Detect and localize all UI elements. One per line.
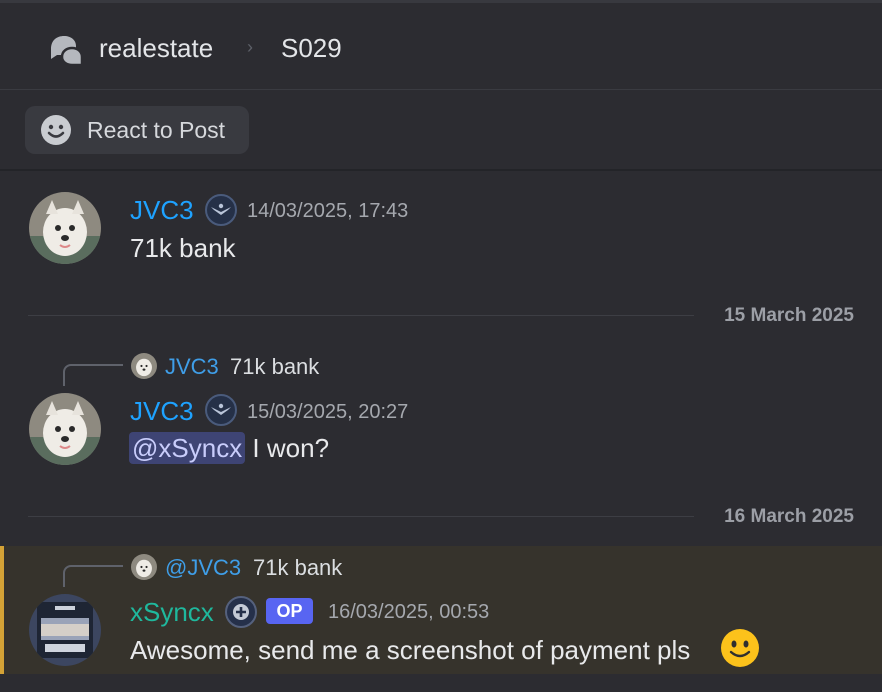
avatar[interactable] xyxy=(29,594,101,666)
bottom-band xyxy=(0,674,882,692)
breadcrumb-separator: › xyxy=(247,37,253,57)
op-tag: OP xyxy=(266,598,313,624)
timestamp[interactable]: 16/03/2025, 00:53 xyxy=(328,601,489,624)
message-content: @xSyncx I won? xyxy=(129,432,330,464)
breadcrumb-thread[interactable]: S029 xyxy=(281,33,342,64)
mention-highlight-bar xyxy=(0,546,4,674)
header-divider xyxy=(0,169,882,171)
reply-avatar[interactable] xyxy=(131,353,157,379)
separator-line xyxy=(28,516,694,517)
reply-spine xyxy=(63,565,123,587)
message-content: 71k bank xyxy=(130,233,236,263)
smile-icon xyxy=(41,115,71,145)
reply-author[interactable]: JVC3 xyxy=(165,354,219,380)
westie-dog-avatar xyxy=(131,353,157,379)
eagle-badge-icon xyxy=(205,194,237,226)
eagle-badge-icon xyxy=(205,394,237,426)
slightly-smiling-face-icon[interactable] xyxy=(720,628,760,668)
breadcrumb-channel[interactable]: realestate xyxy=(99,33,213,64)
separator-line xyxy=(28,315,694,316)
react-to-post-label: React to Post xyxy=(87,116,226,143)
reply-preview[interactable]: 71k bank xyxy=(253,555,342,581)
plus-badge-icon xyxy=(225,596,257,628)
reply-preview[interactable]: 71k bank xyxy=(230,354,319,380)
author-name[interactable]: JVC3 xyxy=(130,396,194,427)
thread-view: realestate › S029 React to Post JVC3 14/… xyxy=(0,0,882,692)
phone-photo-avatar xyxy=(29,594,101,666)
date-separator: 16 March 2025 xyxy=(28,506,854,527)
westie-dog-avatar xyxy=(29,192,101,264)
author-name[interactable]: xSyncx xyxy=(130,597,214,628)
avatar[interactable] xyxy=(29,192,101,264)
reply-avatar[interactable] xyxy=(131,554,157,580)
author-name[interactable]: JVC3 xyxy=(130,195,194,226)
react-to-post-button[interactable]: React to Post xyxy=(25,106,249,154)
message-text: I won? xyxy=(245,433,330,463)
westie-dog-avatar xyxy=(131,554,157,580)
user-mention[interactable]: @xSyncx xyxy=(129,432,246,464)
westie-dog-avatar xyxy=(29,393,101,465)
reply-author[interactable]: @JVC3 xyxy=(165,555,241,581)
forum-icon xyxy=(51,36,84,67)
thread-header: realestate › S029 xyxy=(0,3,882,90)
date-separator: 15 March 2025 xyxy=(28,305,854,326)
timestamp[interactable]: 14/03/2025, 17:43 xyxy=(247,200,408,223)
date-label: 15 March 2025 xyxy=(724,305,854,326)
avatar[interactable] xyxy=(29,393,101,465)
reply-spine xyxy=(63,364,123,386)
date-label: 16 March 2025 xyxy=(724,506,854,527)
timestamp[interactable]: 15/03/2025, 20:27 xyxy=(247,401,408,424)
message-content: Awesome, send me a screenshot of payment… xyxy=(130,635,691,665)
